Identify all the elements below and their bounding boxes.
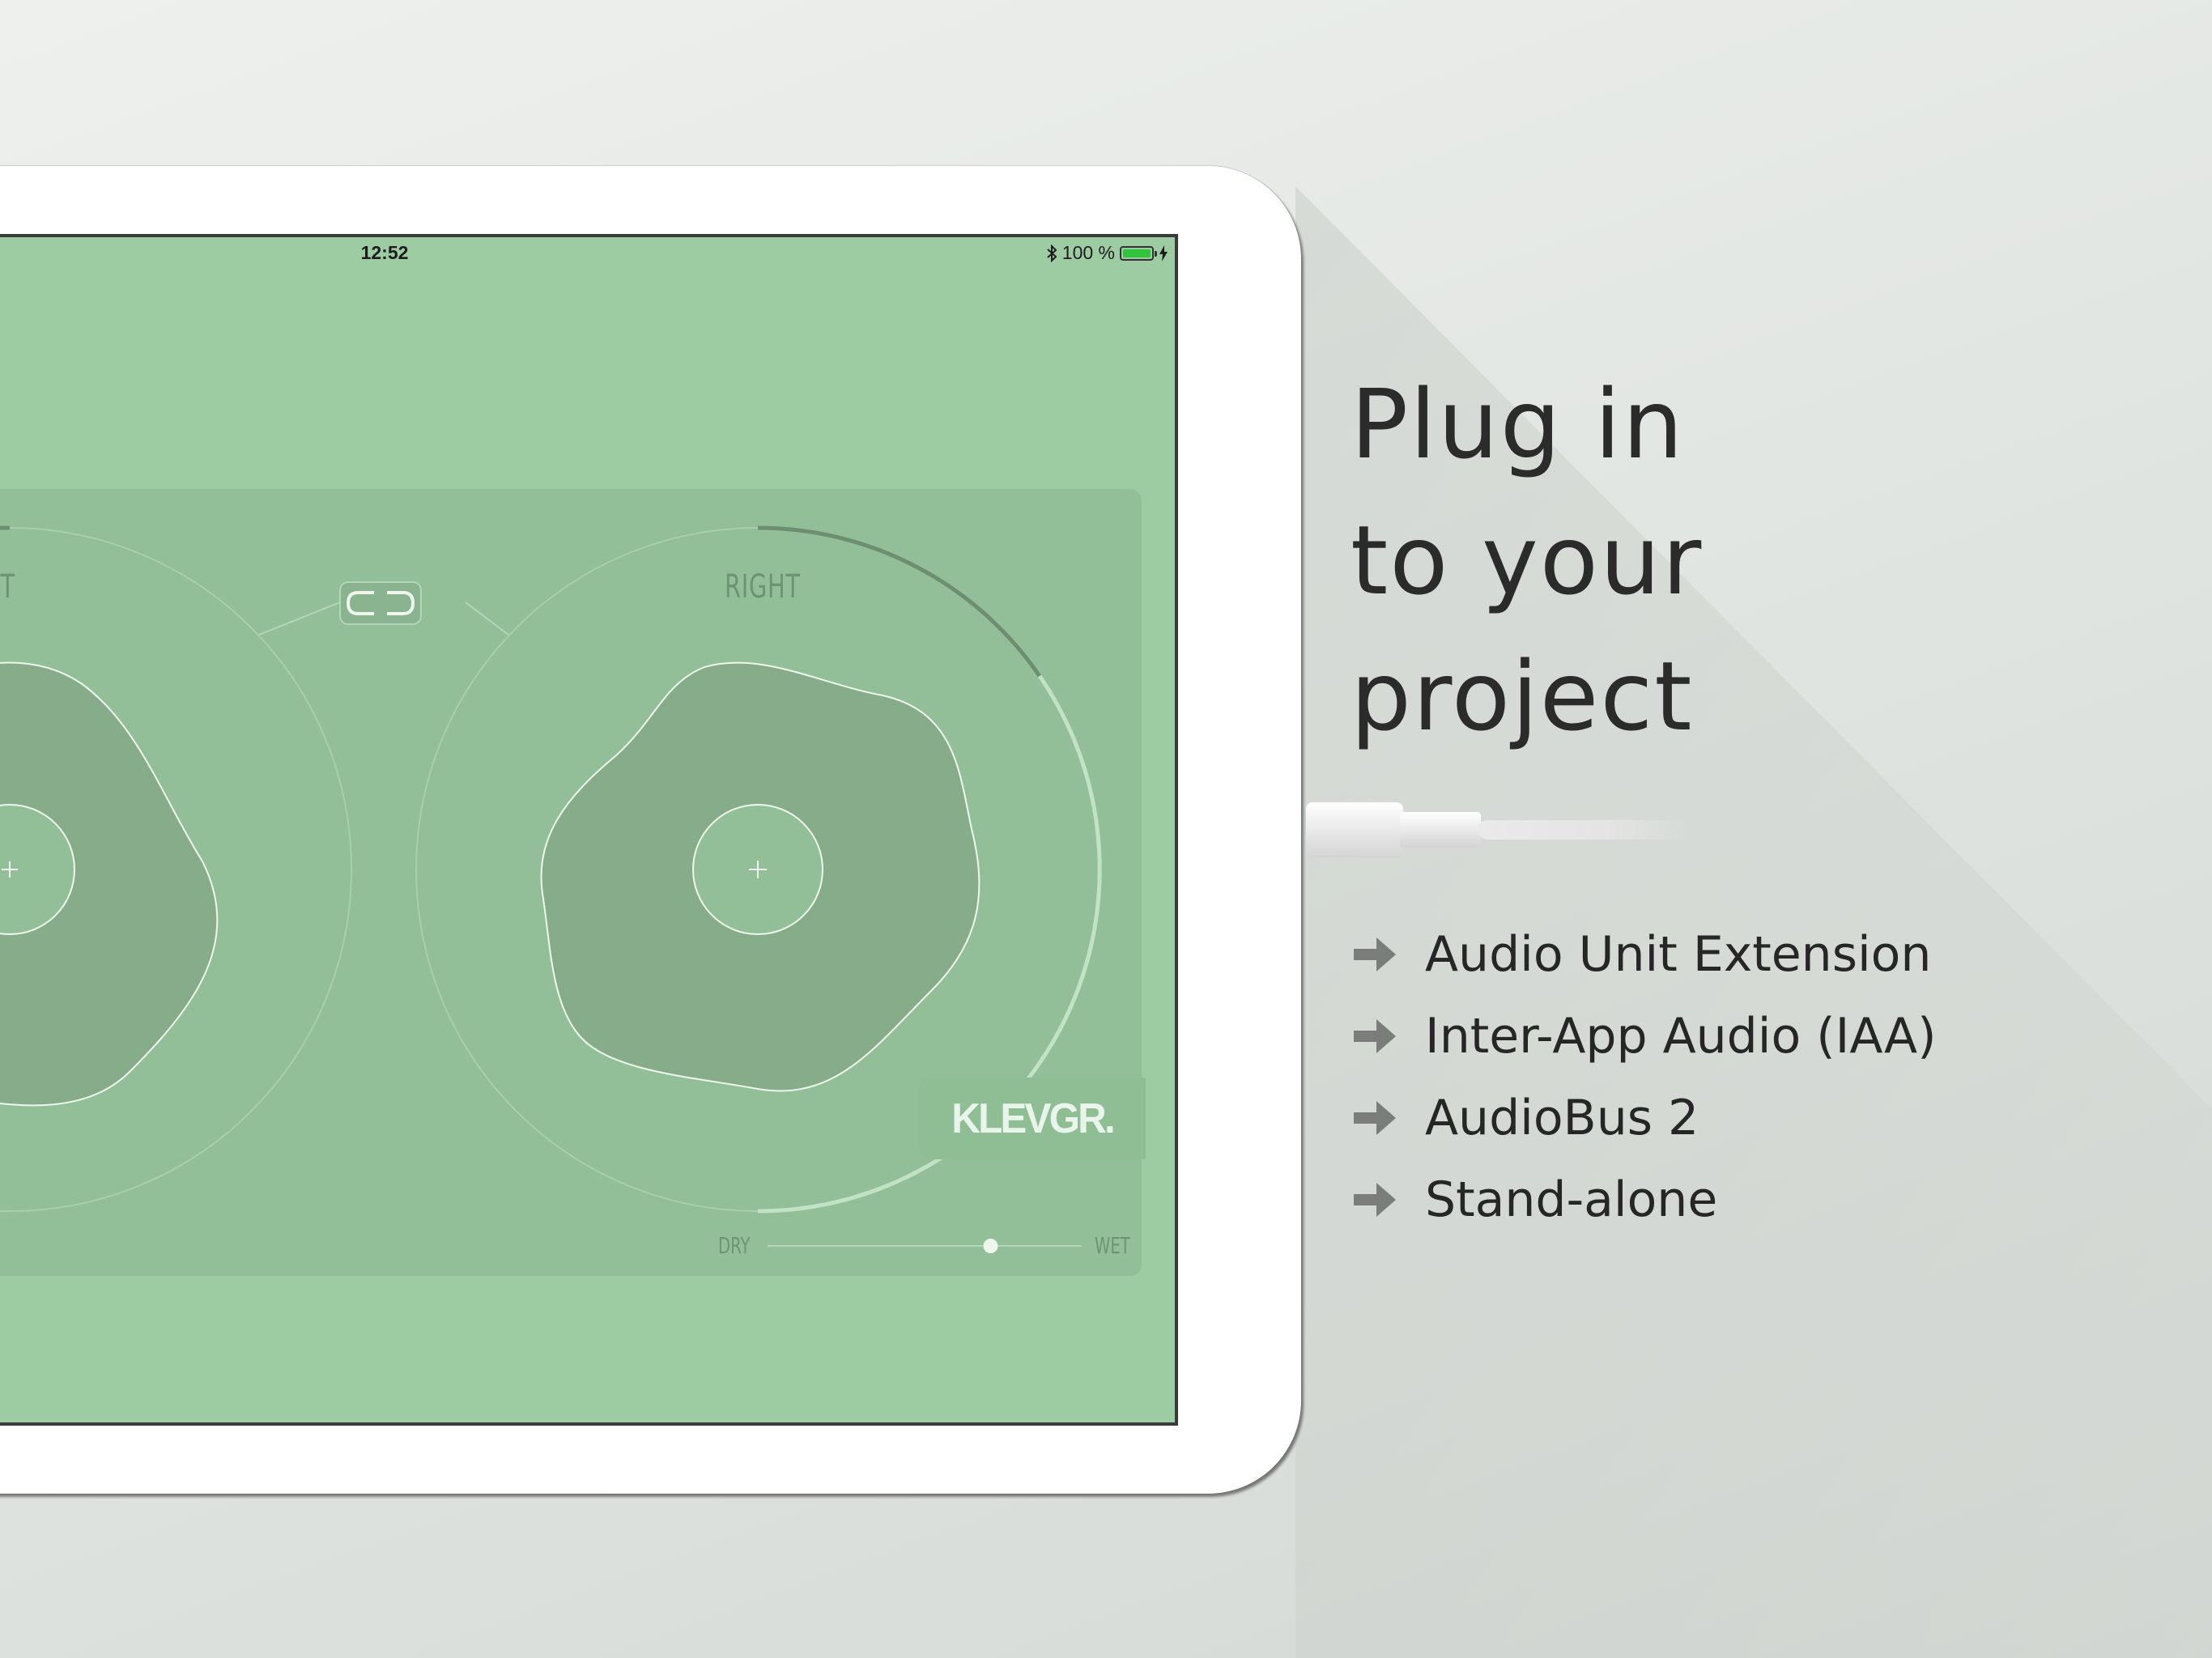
statusbar-right: 100 % [1046,242,1168,264]
feature-label: Stand-alone [1425,1171,1718,1228]
link-connector-left [258,602,341,636]
headline-line-2: to your [1351,504,1704,616]
feature-item: AudioBus 2 [1351,1077,1937,1158]
arrow-right-icon [1354,1182,1396,1217]
link-connector-right [465,602,509,636]
ipad-screen: 12:52 100 % T RIGHT DRY WET [0,234,1178,1426]
charging-bolt-icon [1159,244,1168,261]
feature-label: Audio Unit Extension [1425,925,1932,983]
feature-item: Stand-alone [1351,1158,1937,1240]
klevgr-brand-text: KLEVGR. [951,1095,1115,1142]
feature-label: AudioBus 2 [1425,1089,1699,1146]
feature-label: Inter-App Audio (IAA) [1425,1007,1937,1065]
battery-percentage: 100 % [1061,242,1115,263]
wet-label: WET [1095,1232,1130,1259]
lightning-cable [1306,802,1688,857]
arrow-right-icon [1354,1100,1396,1135]
headline: Plug in to your project [1351,356,1703,764]
battery-icon [1120,245,1157,261]
feature-item: Audio Unit Extension [1351,913,1937,995]
right-channel-label: RIGHT [725,568,801,606]
bluetooth-icon [1047,244,1057,262]
headline-line-1: Plug in [1351,368,1685,480]
feature-item: Inter-App Audio (IAA) [1351,995,1937,1077]
arrow-right-icon [1354,937,1396,971]
arrow-right-icon [1354,1018,1396,1053]
klevgr-logo[interactable]: KLEVGR. [919,1078,1146,1159]
mix-slider-knob[interactable] [983,1239,998,1253]
dry-label: DRY [718,1232,751,1259]
headline-line-3: project [1351,640,1694,752]
left-channel-label: LEFT [0,568,15,606]
feature-list: Audio Unit Extension Inter-App Audio (IA… [1351,913,1937,1240]
statusbar-time: 12:52 [360,242,409,263]
link-button[interactable] [339,581,422,625]
